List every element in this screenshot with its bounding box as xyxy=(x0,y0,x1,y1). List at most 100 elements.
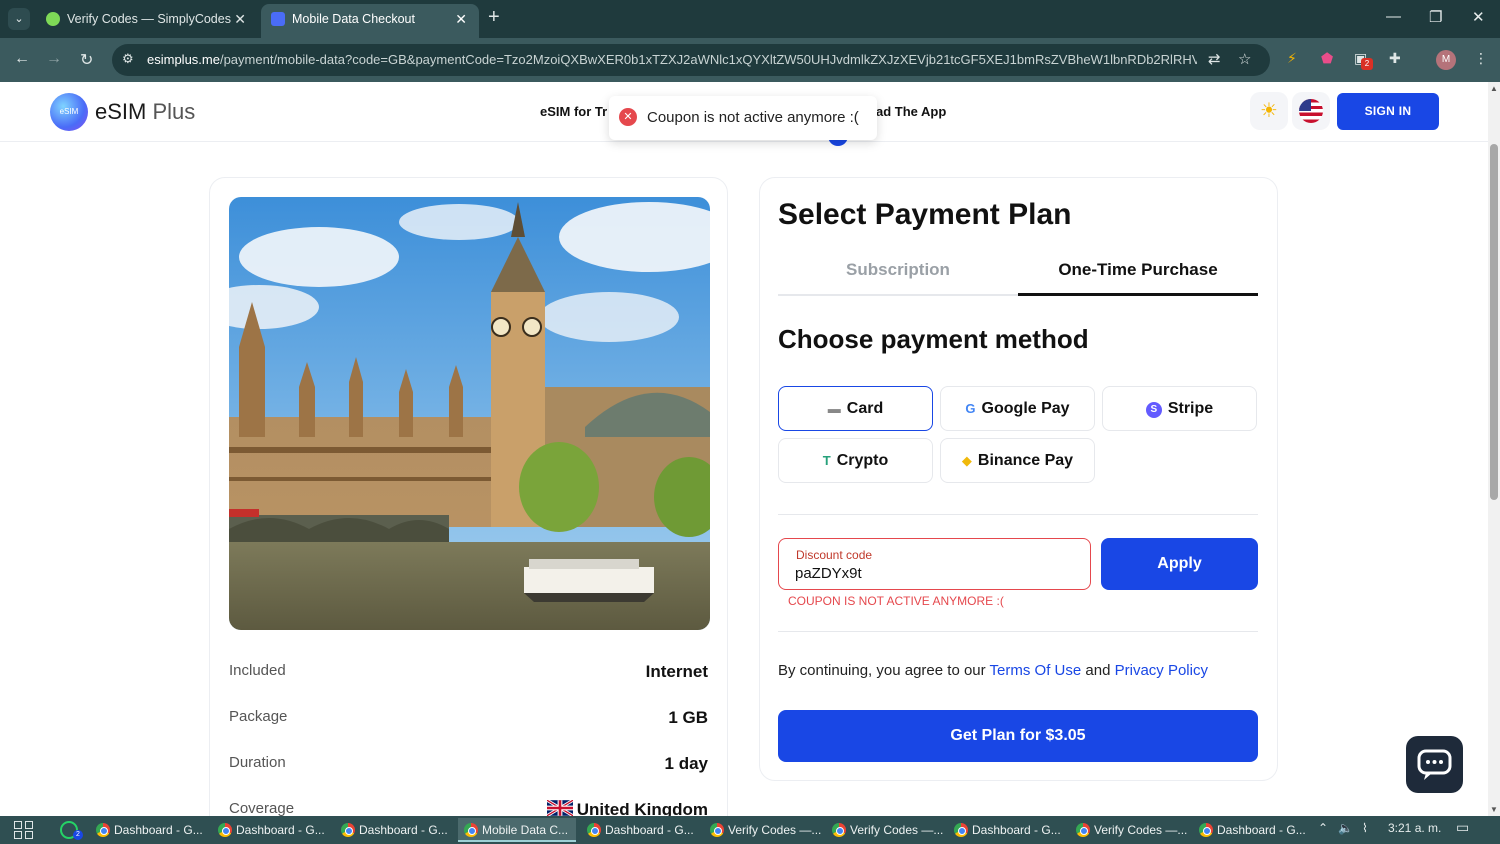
volume-icon[interactable]: 🔈 xyxy=(1338,821,1353,835)
payment-method-stripe[interactable]: S Stripe xyxy=(1102,386,1257,431)
taskbar-window[interactable]: Dashboard - G... xyxy=(335,818,453,842)
detail-label: Coverage xyxy=(229,800,295,816)
clock-time[interactable]: 3:21 a. m. xyxy=(1388,821,1441,835)
chrome-icon xyxy=(341,823,355,837)
stripe-icon: S xyxy=(1145,402,1162,418)
binance-icon: ◆ xyxy=(961,453,972,468)
restore-icon[interactable]: ❐ xyxy=(1429,8,1442,26)
error-toast: ✕ Coupon is not active anymore :( xyxy=(609,96,877,140)
network-icon[interactable]: ⌇ xyxy=(1362,821,1368,835)
privacy-policy-link[interactable]: Privacy Policy xyxy=(1115,662,1208,679)
payment-method-google-pay[interactable]: G Google Pay xyxy=(940,386,1095,431)
browser-toolbar: ← → ↻ ⚙ esimplus.me/payment/mobile-data?… xyxy=(0,38,1500,82)
nav-link-download-app[interactable]: ad The App xyxy=(876,104,946,119)
error-x-icon: ✕ xyxy=(619,108,637,126)
us-flag-icon xyxy=(1299,99,1323,123)
toast-message: Coupon is not active anymore :( xyxy=(647,109,859,126)
tab-one-time-purchase[interactable]: One-Time Purchase xyxy=(1018,260,1258,280)
terms-text: By continuing, you agree to our Terms Of… xyxy=(778,662,1208,679)
taskbar-window[interactable]: Verify Codes —... xyxy=(704,818,822,842)
active-tab-indicator xyxy=(1018,293,1258,296)
start-grid-icon[interactable] xyxy=(14,821,34,839)
chat-support-button[interactable] xyxy=(1406,736,1463,793)
browser-tab-active[interactable]: Mobile Data Checkout ✕ xyxy=(261,4,479,38)
extensions-puzzle-icon[interactable]: ✚ xyxy=(1389,50,1401,67)
profile-avatar[interactable]: M xyxy=(1436,50,1456,70)
discount-code-field[interactable]: Discount code xyxy=(778,538,1091,590)
site-info-icon[interactable]: ⚙ xyxy=(122,51,134,67)
browser-tab-strip: ⌄ Verify Codes — SimplyCodes ✕ Mobile Da… xyxy=(0,0,1500,38)
tray-chevron-up-icon[interactable]: ⌃ xyxy=(1318,821,1328,835)
notifications-icon[interactable]: ▭ xyxy=(1456,819,1469,836)
divider xyxy=(778,514,1258,515)
apply-button[interactable]: Apply xyxy=(1101,538,1258,590)
chrome-icon xyxy=(218,823,232,837)
get-plan-button[interactable]: Get Plan for $3.05 xyxy=(778,710,1258,762)
detail-label: Included xyxy=(229,662,286,679)
page-scrollbar[interactable]: ▲ ▼ xyxy=(1488,82,1500,816)
tab-subscription[interactable]: Subscription xyxy=(778,260,1018,280)
section-title: Select Payment Plan xyxy=(778,198,1072,231)
london-big-ben-image xyxy=(229,197,710,630)
payment-method-heading: Choose payment method xyxy=(778,324,1089,354)
card-icon: ▬ xyxy=(827,401,841,416)
esim-favicon-icon xyxy=(271,12,285,26)
language-selector[interactable] xyxy=(1292,92,1330,130)
uk-flag-icon xyxy=(546,800,573,816)
scrollbar-thumb[interactable] xyxy=(1490,144,1498,500)
address-bar[interactable]: ⚙ esimplus.me/payment/mobile-data?code=G… xyxy=(112,44,1270,76)
extension-shield-icon[interactable]: ⬟ xyxy=(1321,50,1333,67)
bookmark-star-icon[interactable]: ☆ xyxy=(1238,50,1251,68)
menu-kebab-icon[interactable]: ⋮ xyxy=(1474,50,1488,67)
simplycodes-favicon-icon xyxy=(46,12,60,26)
esim-logo-icon[interactable]: eSIM xyxy=(50,93,88,131)
google-icon: G xyxy=(965,401,976,416)
nav-link-esim-for-travel[interactable]: eSIM for Tr xyxy=(540,104,607,119)
new-tab-icon[interactable]: + xyxy=(488,6,500,29)
scroll-up-arrow-icon[interactable]: ▲ xyxy=(1490,84,1498,93)
url-text[interactable]: esimplus.me/payment/mobile-data?code=GB&… xyxy=(147,52,1197,67)
chrome-icon xyxy=(710,823,724,837)
scroll-down-arrow-icon[interactable]: ▼ xyxy=(1490,805,1498,814)
close-tab-icon[interactable]: ✕ xyxy=(455,4,467,34)
back-icon[interactable]: ← xyxy=(14,50,30,68)
payment-method-card[interactable]: ▬ Card xyxy=(778,386,933,431)
web-page: eSIM eSIM Plus eSIM for Tr ad The App ☀ … xyxy=(0,82,1488,816)
taskbar-window[interactable]: Verify Codes —... xyxy=(1070,818,1188,842)
theme-toggle-sun-icon[interactable]: ☀ xyxy=(1250,92,1288,130)
translate-icon[interactable]: ⇄ xyxy=(1208,50,1221,68)
tab-search-icon[interactable]: ⌄ xyxy=(8,8,30,30)
taskbar-window[interactable]: Dashboard - G... xyxy=(90,818,208,842)
chrome-icon xyxy=(587,823,601,837)
divider xyxy=(778,631,1258,632)
taskbar-window[interactable]: Dashboard - G... xyxy=(948,818,1066,842)
forward-icon[interactable]: → xyxy=(46,50,62,68)
payment-method-binance-pay[interactable]: ◆ Binance Pay xyxy=(940,438,1095,483)
destination-photo xyxy=(229,197,710,630)
brand-name[interactable]: eSIM Plus xyxy=(95,99,195,125)
taskbar-window[interactable]: Dashboard - G... xyxy=(581,818,699,842)
tether-icon: T xyxy=(822,453,831,468)
discount-code-input[interactable] xyxy=(795,563,1075,583)
discount-error-message: COUPON IS NOT ACTIVE ANYMORE :( xyxy=(788,594,1004,608)
chrome-icon xyxy=(954,823,968,837)
chrome-icon xyxy=(1199,823,1213,837)
tab-title: Mobile Data Checkout xyxy=(292,12,415,26)
chat-bubble-icon xyxy=(1417,749,1452,780)
discount-code-label: Discount code xyxy=(796,548,873,562)
detail-value: 1 GB xyxy=(668,708,708,727)
taskbar-window-active[interactable]: Mobile Data C... xyxy=(458,818,576,842)
taskbar-window[interactable]: Dashboard - G... xyxy=(1193,818,1311,842)
minimize-icon[interactable]: — xyxy=(1386,8,1401,25)
sign-in-button[interactable]: SIGN IN xyxy=(1337,93,1439,130)
reload-icon[interactable]: ↻ xyxy=(80,50,93,70)
taskbar-window[interactable]: Verify Codes —... xyxy=(826,818,944,842)
close-window-icon[interactable]: ✕ xyxy=(1472,8,1485,26)
taskbar-window[interactable]: Dashboard - G... xyxy=(212,818,330,842)
extension-lightning-icon[interactable]: ⚡ xyxy=(1287,50,1297,67)
browser-tab[interactable]: Verify Codes — SimplyCodes ✕ xyxy=(36,4,258,38)
payment-method-crypto[interactable]: T Crypto xyxy=(778,438,933,483)
close-tab-icon[interactable]: ✕ xyxy=(234,4,246,34)
detail-label: Package xyxy=(229,708,288,725)
terms-of-use-link[interactable]: Terms Of Use xyxy=(990,662,1082,679)
